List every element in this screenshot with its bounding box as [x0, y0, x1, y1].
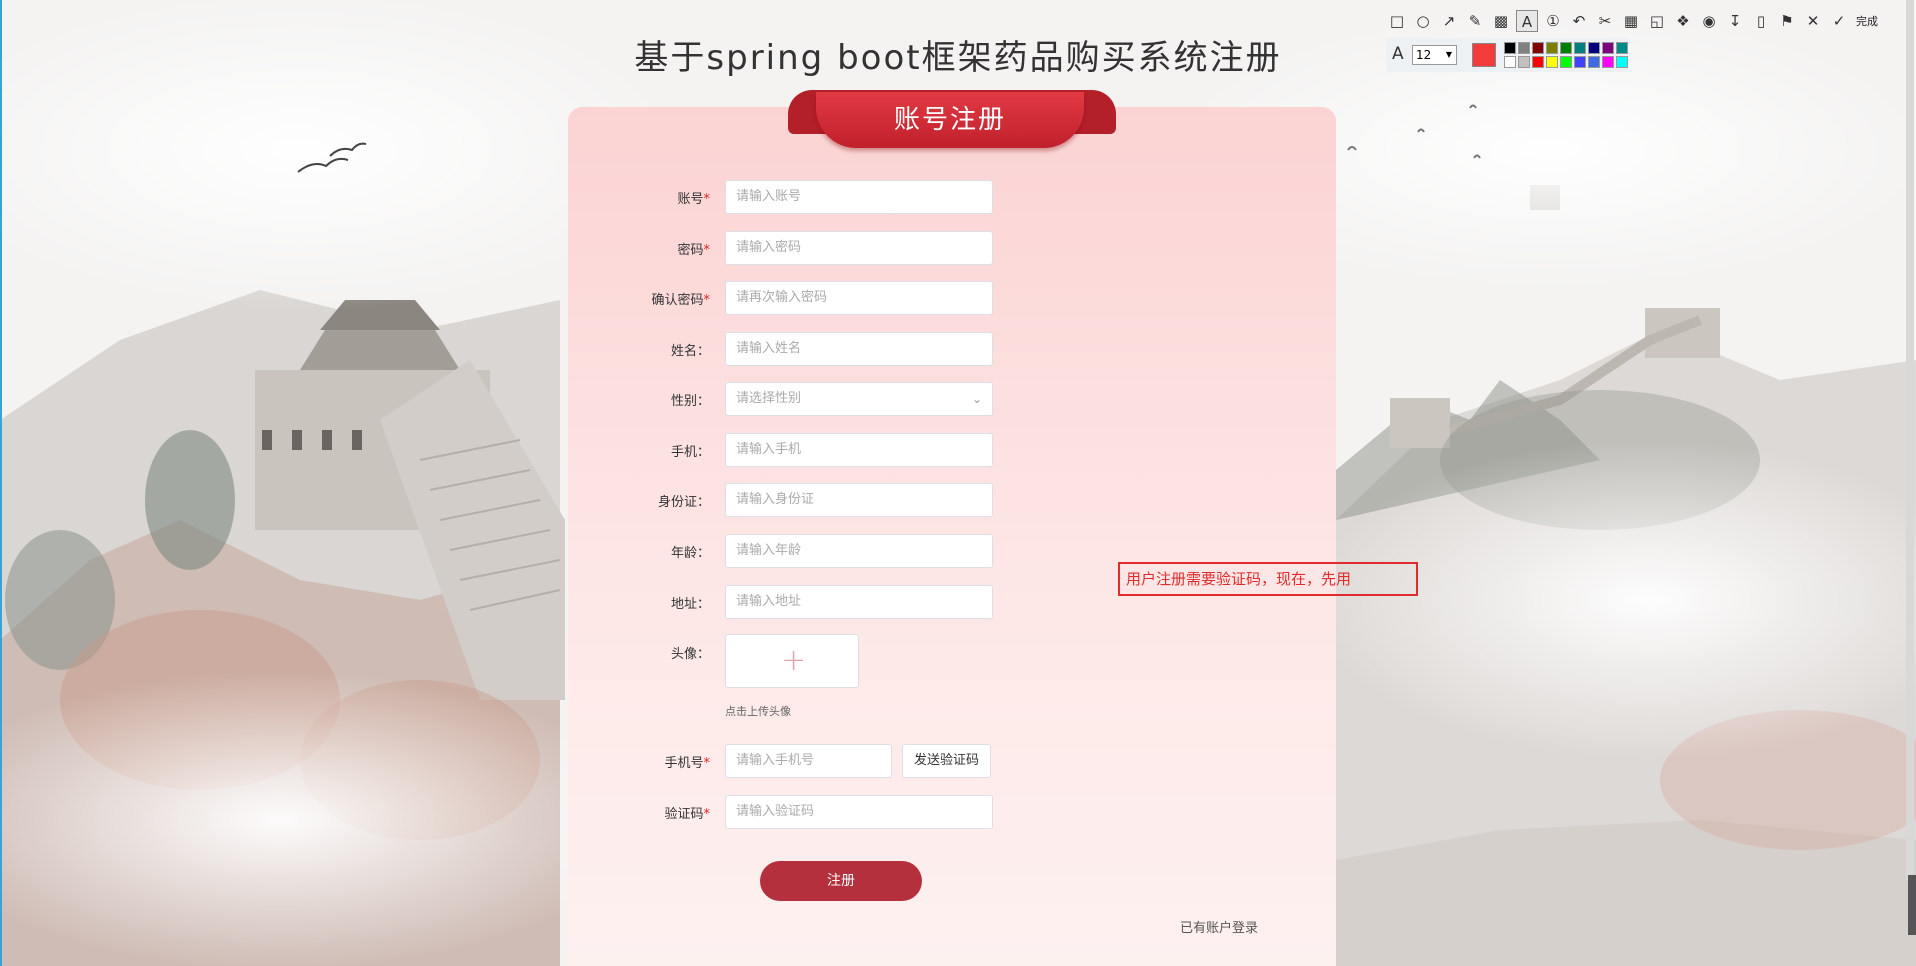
color-swatch[interactable] — [1602, 42, 1614, 54]
age-input[interactable]: 请输入年龄 — [725, 534, 993, 568]
password-input[interactable]: 请输入密码 — [725, 231, 993, 265]
code-input[interactable]: 请输入验证码 — [725, 795, 993, 829]
annotation-text-box[interactable]: 用户注册需要验证码，现在，先用 — [1118, 562, 1418, 596]
color-swatch[interactable] — [1532, 42, 1544, 54]
required-mark: * — [703, 192, 711, 207]
field-label: 确认密码* — [651, 293, 711, 308]
undo-icon[interactable]: ↶ — [1568, 10, 1590, 32]
field-label: 头像： — [670, 647, 710, 662]
color-swatch[interactable] — [1574, 42, 1586, 54]
window-edge — [0, 0, 2, 966]
avatar-upload-hint: 点击上传头像 — [725, 705, 791, 718]
check-icon[interactable]: ✓ — [1828, 10, 1850, 32]
mobile-input[interactable]: 请输入手机 — [725, 433, 993, 467]
name-input[interactable]: 请输入姓名 — [725, 332, 993, 366]
scissors-icon[interactable]: ✂ — [1594, 10, 1616, 32]
font-icon: A — [1392, 44, 1404, 64]
scrollbar-thumb[interactable] — [1908, 875, 1916, 935]
confirm-password-input[interactable]: 请再次输入密码 — [725, 281, 993, 315]
mosaic-icon[interactable]: ▩ — [1490, 10, 1512, 32]
avatar-upload[interactable]: + — [725, 634, 859, 688]
close-icon[interactable]: ✕ — [1802, 10, 1824, 32]
send-code-button[interactable]: 发送验证码 — [902, 744, 991, 778]
color-swatch[interactable] — [1560, 42, 1572, 54]
register-button[interactable]: 注册 — [760, 861, 922, 901]
rectangle-icon[interactable]: □ — [1386, 10, 1408, 32]
required-mark: * — [703, 807, 711, 822]
text-icon[interactable]: A — [1516, 10, 1538, 32]
field-label: 账号* — [677, 192, 711, 207]
color-swatch[interactable] — [1504, 42, 1516, 54]
color-swatch[interactable] — [1616, 42, 1628, 54]
current-color-swatch[interactable] — [1472, 43, 1496, 67]
field-label: 手机号* — [664, 756, 711, 771]
field-label: 密码* — [677, 243, 711, 258]
field-label: 年龄： — [670, 546, 710, 561]
record-icon[interactable]: ◉ — [1698, 10, 1720, 32]
field-label: 身份证： — [657, 495, 710, 510]
field-label: 地址： — [670, 597, 710, 612]
plus-icon: + — [781, 643, 807, 678]
field-label: 手机： — [670, 445, 710, 460]
color-swatch[interactable] — [1588, 42, 1600, 54]
crop-icon[interactable]: ◱ — [1646, 10, 1668, 32]
required-mark: * — [703, 293, 711, 308]
color-swatch[interactable] — [1560, 56, 1572, 68]
color-palette — [1504, 42, 1628, 68]
required-mark: * — [703, 756, 711, 771]
done-label[interactable]: 完成 — [1856, 13, 1878, 29]
color-swatch[interactable] — [1574, 56, 1586, 68]
ocr-icon[interactable]: ▦ — [1620, 10, 1642, 32]
phone-input[interactable]: 请输入手机号 — [725, 744, 892, 778]
field-label: 姓名： — [670, 344, 710, 359]
caret-down-icon: ▼ — [1445, 50, 1452, 59]
color-swatch[interactable] — [1532, 56, 1544, 68]
required-mark: * — [703, 243, 711, 258]
chevron-down-icon: ⌄ — [971, 392, 982, 406]
color-swatch[interactable] — [1546, 56, 1558, 68]
color-swatch[interactable] — [1518, 42, 1530, 54]
ellipse-icon[interactable]: ○ — [1412, 10, 1434, 32]
color-swatch[interactable] — [1546, 42, 1558, 54]
bookmark-icon[interactable]: ⚑ — [1776, 10, 1798, 32]
color-swatch[interactable] — [1504, 56, 1516, 68]
field-label: 性别： — [670, 394, 710, 409]
download-icon[interactable]: ↧ — [1724, 10, 1746, 32]
address-input[interactable]: 请输入地址 — [725, 585, 993, 619]
account-input[interactable]: 请输入账号 — [725, 180, 993, 214]
field-label: 验证码* — [664, 807, 711, 822]
login-link[interactable]: 已有账户登录 — [1180, 917, 1258, 936]
arrow-icon[interactable]: ↗ — [1438, 10, 1460, 32]
card-ribbon-title: 账号注册 — [816, 92, 1084, 148]
text-style-panel: A 12 ▼ — [1386, 38, 1628, 72]
number-icon[interactable]: ① — [1542, 10, 1564, 32]
screenshot-toolbar: □ ○ ↗ ✎ ▩ A ① ↶ ✂ ▦ ◱ ❖ ◉ ↧ ▯ ⚑ ✕ ✓ 完成 — [1386, 4, 1916, 38]
scrollbar-track[interactable] — [1906, 0, 1914, 880]
phone-icon[interactable]: ▯ — [1750, 10, 1772, 32]
id-card-input[interactable]: 请输入身份证 — [725, 483, 993, 517]
pencil-icon[interactable]: ✎ — [1464, 10, 1486, 32]
gender-select[interactable]: 请选择性别 ⌄ — [725, 382, 993, 416]
color-swatch[interactable] — [1588, 56, 1600, 68]
pin-icon[interactable]: ❖ — [1672, 10, 1694, 32]
color-swatch[interactable] — [1518, 56, 1530, 68]
color-swatch[interactable] — [1616, 56, 1628, 68]
font-size-select[interactable]: 12 ▼ — [1412, 45, 1457, 65]
color-swatch[interactable] — [1602, 56, 1614, 68]
